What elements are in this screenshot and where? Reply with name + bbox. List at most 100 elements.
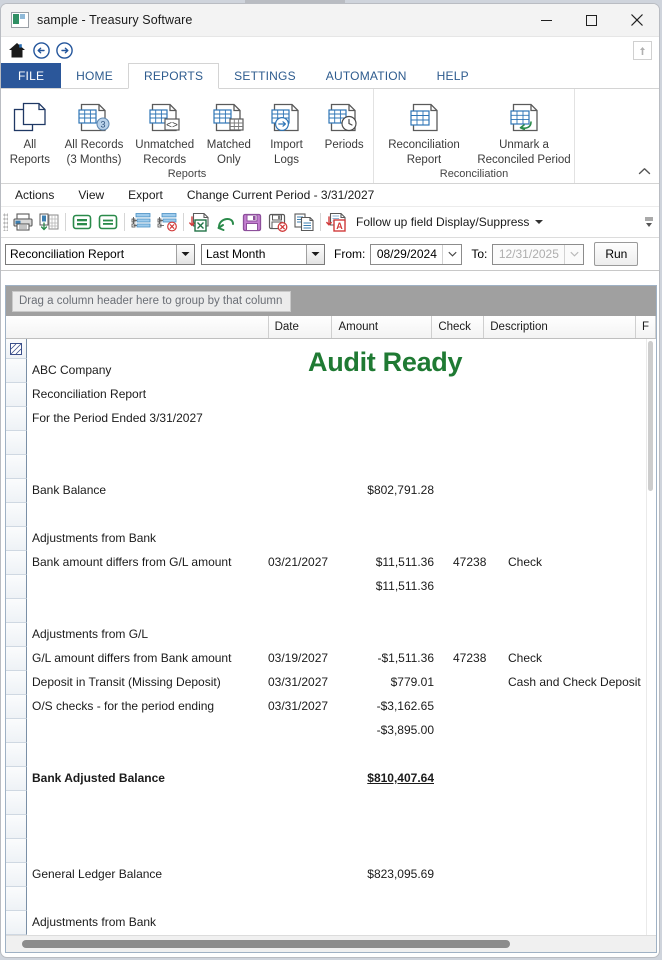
vertical-scrollbar[interactable] (646, 339, 656, 939)
row-header-cell[interactable] (6, 887, 27, 911)
report-row[interactable] (28, 743, 648, 767)
maximize-button[interactable] (569, 4, 614, 36)
row-header-cell[interactable] (6, 383, 27, 407)
row-header-cell[interactable] (6, 479, 27, 503)
expand-all-icon[interactable] (69, 209, 95, 235)
row-header-cell[interactable] (6, 815, 27, 839)
report-row[interactable] (28, 455, 648, 479)
group-by-panel[interactable]: Drag a column header here to group by th… (6, 286, 656, 316)
report-row[interactable] (28, 599, 648, 623)
home-icon[interactable] (8, 42, 26, 59)
menu-view[interactable]: View (66, 188, 116, 202)
report-row[interactable]: Adjustments from G/L (28, 623, 648, 647)
column-header-check[interactable]: Check (432, 316, 484, 338)
toolbar-overflow-icon[interactable] (643, 211, 655, 233)
report-row[interactable]: Reconciliation Report (28, 383, 648, 407)
row-header-cell[interactable] (6, 599, 27, 623)
report-row[interactable]: For the Period Ended 3/31/2027 (28, 407, 648, 431)
row-header-select-all[interactable] (6, 339, 27, 359)
export-pdf-icon[interactable]: A (324, 209, 350, 235)
report-row[interactable] (28, 791, 648, 815)
row-header-cell[interactable] (6, 791, 27, 815)
report-row[interactable]: -$3,895.00 (28, 719, 648, 743)
collapse-ribbon-icon[interactable] (638, 167, 651, 179)
export-excel-icon[interactable] (187, 209, 213, 235)
copy-document-icon[interactable] (291, 209, 317, 235)
report-row[interactable]: $11,511.36 (28, 575, 648, 599)
save-layout-icon[interactable] (239, 209, 265, 235)
row-header-cell[interactable] (6, 455, 27, 479)
period-select[interactable]: Last Month (201, 244, 325, 265)
row-header-cell[interactable] (6, 911, 27, 935)
forward-arrow-icon[interactable] (56, 42, 73, 59)
menu-export[interactable]: Export (116, 188, 175, 202)
report-row[interactable]: O/S checks - for the period ending03/31/… (28, 695, 648, 719)
report-row[interactable]: G/L amount differs from Bank amount03/19… (28, 647, 648, 671)
row-header-cell[interactable] (6, 527, 27, 551)
delete-layout-icon[interactable] (265, 209, 291, 235)
tab-automation[interactable]: AUTOMATION (311, 63, 422, 88)
calendar-dropdown-icon[interactable] (564, 245, 583, 264)
to-date-input[interactable]: 12/31/2025 (492, 244, 584, 265)
tab-home[interactable]: HOME (61, 63, 128, 88)
row-header-cell[interactable] (6, 743, 27, 767)
row-header-cell[interactable] (6, 575, 27, 599)
row-header-cell[interactable] (6, 719, 27, 743)
report-row[interactable]: Deposit in Transit (Missing Deposit)03/3… (28, 671, 648, 695)
report-row[interactable]: Adjustments from Bank (28, 911, 648, 935)
followup-field-dropdown[interactable]: Follow up field Display/Suppress (356, 215, 543, 229)
row-header-cell[interactable] (6, 551, 27, 575)
row-header-cell[interactable] (6, 431, 27, 455)
row-header-cell[interactable] (6, 695, 27, 719)
report-row[interactable] (28, 839, 648, 863)
report-type-select[interactable]: Reconciliation Report (5, 244, 195, 265)
report-row[interactable]: Bank Balance$802,791.28 (28, 479, 648, 503)
report-row[interactable] (28, 431, 648, 455)
row-header-cell[interactable] (6, 503, 27, 527)
row-header-cell[interactable] (6, 647, 27, 671)
report-row[interactable] (28, 815, 648, 839)
undo-icon[interactable] (213, 209, 239, 235)
row-header-cell[interactable] (6, 359, 27, 383)
tab-help[interactable]: HELP (422, 63, 484, 88)
menu-actions[interactable]: Actions (1, 188, 66, 202)
print-icon[interactable] (10, 209, 36, 235)
from-date-input[interactable]: 08/29/2024 (370, 244, 462, 265)
report-row[interactable]: Bank Adjusted Balance$810,407.64 (28, 767, 648, 791)
column-header-amount[interactable]: Amount (332, 316, 432, 338)
remove-group-layout-icon[interactable] (154, 209, 180, 235)
run-button[interactable]: Run (594, 242, 638, 266)
row-header-cell[interactable] (6, 839, 27, 863)
print-to-grid-icon[interactable] (36, 209, 62, 235)
report-row[interactable] (28, 887, 648, 911)
column-header-date[interactable]: Date (269, 316, 333, 338)
pin-icon[interactable] (633, 41, 652, 60)
column-header-description[interactable]: Description (484, 316, 636, 338)
report-row[interactable] (28, 503, 648, 527)
row-header-cell[interactable] (6, 407, 27, 431)
tab-file[interactable]: FILE (1, 63, 61, 88)
report-row[interactable]: ABC Company (28, 359, 648, 383)
horizontal-scroll-thumb[interactable] (22, 940, 510, 948)
minimize-button[interactable] (524, 4, 569, 36)
close-button[interactable] (614, 4, 659, 36)
back-arrow-icon[interactable] (33, 42, 50, 59)
report-row[interactable]: Adjustments from Bank (28, 527, 648, 551)
calendar-dropdown-icon[interactable] (442, 245, 461, 264)
row-header-cell[interactable] (6, 671, 27, 695)
tab-settings[interactable]: SETTINGS (219, 63, 311, 88)
column-header-f[interactable]: F (636, 316, 656, 338)
row-header-cell[interactable] (6, 767, 27, 791)
row-header-cell[interactable] (6, 623, 27, 647)
row-header-cell[interactable] (6, 863, 27, 887)
group-layout-icon[interactable] (128, 209, 154, 235)
report-row[interactable]: General Ledger Balance$823,095.69 (28, 863, 648, 887)
report-row[interactable]: Bank amount differs from G/L amount03/21… (28, 551, 648, 575)
column-header-blank[interactable] (6, 316, 269, 338)
toolbar-grip[interactable] (3, 213, 8, 231)
vertical-scroll-thumb[interactable] (648, 341, 653, 491)
menu-change-current-period[interactable]: Change Current Period - 3/31/2027 (175, 188, 386, 202)
collapse-all-icon[interactable] (95, 209, 121, 235)
tab-reports[interactable]: REPORTS (128, 63, 219, 89)
horizontal-scrollbar[interactable] (6, 935, 656, 952)
